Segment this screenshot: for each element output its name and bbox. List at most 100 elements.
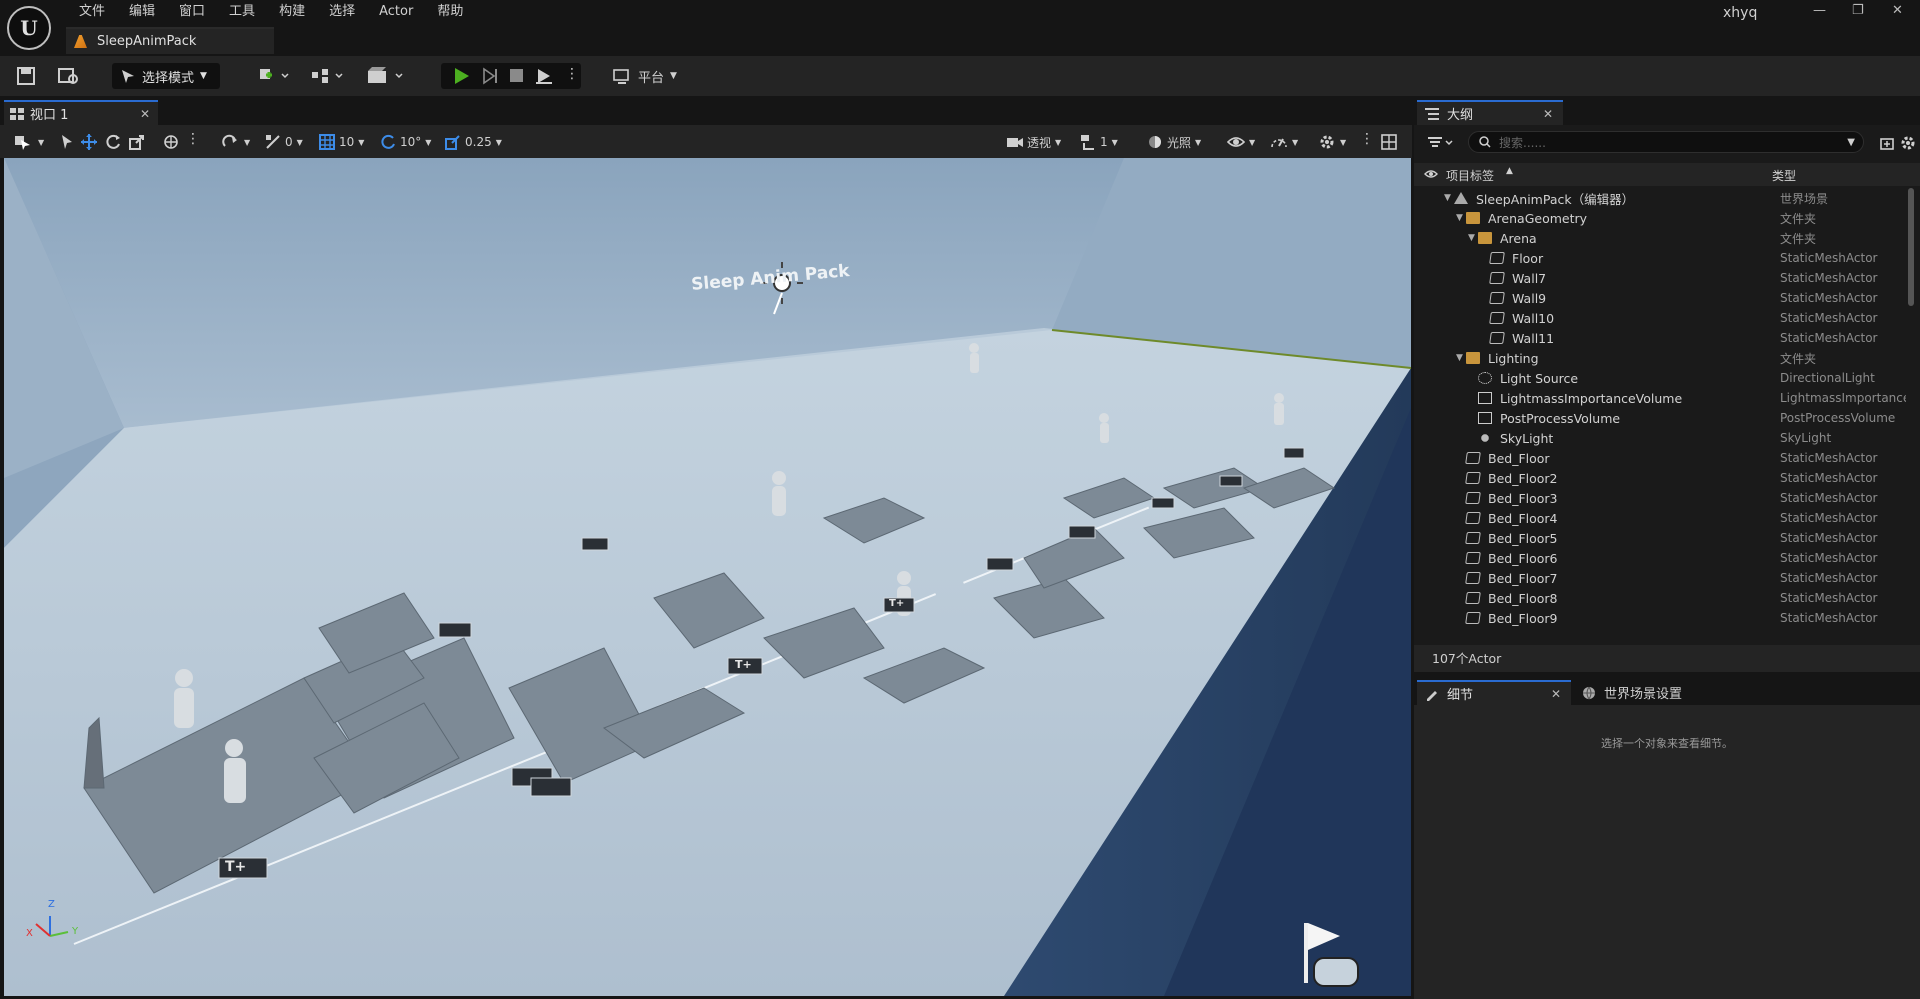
outliner-row[interactable]: Bed_Floor10StaticMeshActor <box>1414 628 1906 630</box>
outliner-row[interactable]: ▼ ArenaGeometry 文件夹 <box>1414 208 1906 228</box>
close-window-button[interactable]: ✕ <box>1892 3 1903 18</box>
menu-file[interactable]: 文件 <box>67 3 117 21</box>
text-render-marker[interactable]: T+ <box>889 598 904 609</box>
stop-icon[interactable] <box>509 68 525 84</box>
minimize-button[interactable]: — <box>1813 3 1826 18</box>
launch-icon[interactable] <box>535 67 555 85</box>
step-icon[interactable] <box>481 67 499 85</box>
outliner-row[interactable]: LightmassImportanceVolume LightmassImport… <box>1414 388 1906 408</box>
close-icon[interactable]: ✕ <box>140 107 150 121</box>
add-folder-icon[interactable] <box>1880 136 1894 150</box>
outliner-row-type: 文件夹 <box>1780 211 1817 226</box>
outliner-row[interactable]: Bed_Floor5 StaticMeshActor <box>1414 528 1906 548</box>
menu-build[interactable]: 构建 <box>267 3 317 21</box>
text-render-marker[interactable]: T+ <box>225 859 246 875</box>
outliner-row[interactable]: Wall7 StaticMeshActor <box>1414 268 1906 288</box>
outliner-row[interactable]: Wall11 StaticMeshActor <box>1414 328 1906 348</box>
column-type[interactable]: 类型 <box>1772 167 1796 184</box>
viewport-tab[interactable]: 视口 1 ✕ <box>4 100 158 125</box>
expand-arrow-icon[interactable]: ▼ <box>1456 213 1466 223</box>
outliner-row[interactable]: Wall9 StaticMeshActor <box>1414 288 1906 308</box>
search-input[interactable]: 搜索...... ▼ <box>1468 131 1864 153</box>
column-item-label[interactable]: 项目标签 <box>1446 167 1494 184</box>
viewport-settings-dropdown[interactable]: ▼ <box>1318 132 1346 152</box>
expand-arrow-icon[interactable]: ▼ <box>1468 233 1478 243</box>
outliner-row[interactable]: ▼ Lighting 文件夹 <box>1414 348 1906 368</box>
filter-icon[interactable] <box>1428 137 1454 149</box>
blueprint-icon[interactable] <box>310 65 346 87</box>
camera-speed-dropdown[interactable]: 1 ▼ <box>1080 132 1118 152</box>
outliner-row[interactable]: Bed_Floor9 StaticMeshActor <box>1414 608 1906 628</box>
content-browser-icon[interactable] <box>58 66 80 86</box>
outliner-row[interactable]: ▼ Arena 文件夹 <box>1414 228 1906 248</box>
expand-arrow-icon[interactable]: ▼ <box>1444 193 1454 203</box>
lighting-label: 光照 <box>1167 135 1192 150</box>
select-tool-icon[interactable] <box>60 134 74 150</box>
transform-more-icon[interactable]: ⋮ <box>186 131 200 147</box>
grid-snap-dropdown[interactable]: 10 ▼ <box>319 132 364 152</box>
outliner-row[interactable]: Bed_Floor4 StaticMeshActor <box>1414 508 1906 528</box>
outliner-row[interactable]: Bed_Floor8 StaticMeshActor <box>1414 588 1906 608</box>
expand-arrow-icon[interactable]: ▼ <box>1456 353 1466 363</box>
performance-dropdown[interactable]: ▼ <box>1270 132 1298 152</box>
platform-dropdown[interactable]: 平台 ▼ <box>612 64 677 88</box>
menu-tools[interactable]: 工具 <box>217 3 267 21</box>
add-actor-icon[interactable] <box>256 65 292 87</box>
rotate-tool-icon[interactable] <box>104 133 122 151</box>
close-icon[interactable]: ✕ <box>1543 107 1553 121</box>
lighting-mode-dropdown[interactable]: 光照 ▼ <box>1147 132 1201 152</box>
move-tool-icon[interactable] <box>80 133 98 151</box>
menu-select[interactable]: 选择 <box>317 3 367 21</box>
unreal-logo-icon[interactable]: U <box>7 6 51 50</box>
outliner-row[interactable]: SkyLight SkyLight <box>1414 428 1906 448</box>
select-mode-dropdown[interactable]: 选择模式 ▼ <box>112 63 220 89</box>
outliner-row[interactable]: PostProcessVolume PostProcessVolume <box>1414 408 1906 428</box>
mesh-icon <box>1465 472 1481 484</box>
visibility-eye-icon[interactable] <box>1424 169 1438 179</box>
world-space-icon[interactable] <box>163 134 179 150</box>
outliner-row[interactable]: Floor StaticMeshActor <box>1414 248 1906 268</box>
scale-snap-dropdown[interactable]: 0.25 ▼ <box>445 132 502 152</box>
light-icon <box>1478 372 1492 384</box>
save-icon[interactable] <box>16 66 36 86</box>
outliner-row[interactable]: Bed_Floor6 StaticMeshActor <box>1414 548 1906 568</box>
outliner-scrollbar[interactable] <box>1908 188 1914 306</box>
restore-button[interactable]: ❐ <box>1852 3 1864 18</box>
layout-icon[interactable] <box>1381 134 1397 150</box>
scale-tool-icon[interactable] <box>128 133 146 151</box>
viewport-more-icon[interactable]: ⋮ <box>1360 131 1374 147</box>
user-name[interactable]: xhyq <box>1723 5 1757 21</box>
play-controls: ⋮ <box>441 63 581 89</box>
outliner-row[interactable]: ▼ SleepAnimPack（编辑器） 世界场景 <box>1414 188 1906 208</box>
perspective-dropdown[interactable]: 透视 ▼ <box>1007 132 1061 152</box>
menu-edit[interactable]: 编辑 <box>117 3 167 21</box>
outliner-row[interactable]: Bed_Floor2 StaticMeshActor <box>1414 468 1906 488</box>
sort-ascending-icon[interactable]: ▲ <box>1506 166 1513 176</box>
outliner-row[interactable]: Wall10 StaticMeshActor <box>1414 308 1906 328</box>
chevron-down-icon[interactable]: ▼ <box>1847 137 1855 148</box>
show-flags-dropdown[interactable]: ▼ <box>1227 132 1255 152</box>
details-tab[interactable]: 细节 ✕ <box>1417 680 1571 705</box>
document-tab[interactable]: SleepAnimPack <box>66 27 274 54</box>
outliner-row[interactable]: Bed_Floor3 StaticMeshActor <box>1414 488 1906 508</box>
menu-actor[interactable]: Actor <box>367 3 425 21</box>
outliner-row[interactable]: Light Source DirectionalLight <box>1414 368 1906 388</box>
cinematics-icon[interactable] <box>366 65 406 87</box>
transform-mode-dropdown[interactable]: ▼ <box>14 132 44 152</box>
outliner-row[interactable]: Bed_Floor StaticMeshActor <box>1414 448 1906 468</box>
more-options-icon[interactable]: ⋮ <box>565 66 579 82</box>
close-icon[interactable]: ✕ <box>1551 687 1561 701</box>
rotation-snap-dropdown[interactable]: 10° ▼ <box>380 132 431 152</box>
outliner-tab[interactable]: 大纲 ✕ <box>1417 100 1563 125</box>
gear-icon[interactable] <box>1900 135 1916 151</box>
move-snap-dropdown[interactable]: 0 ▼ <box>265 132 303 152</box>
outliner-tab-bar: 大纲 ✕ <box>1414 98 1920 125</box>
surface-snap-dropdown[interactable]: ▼ <box>222 132 250 152</box>
text-render-marker[interactable]: T+ <box>735 658 752 671</box>
world-settings-tab[interactable]: 世界场景设置 <box>1582 680 1682 705</box>
outliner-row[interactable]: Bed_Floor7 StaticMeshActor <box>1414 568 1906 588</box>
menu-help[interactable]: 帮助 <box>425 3 475 21</box>
play-icon[interactable] <box>455 68 469 84</box>
level-viewport[interactable]: Sleep Anim Pack T+ T+ T+ Z Y X <box>4 158 1411 996</box>
menu-window[interactable]: 窗口 <box>167 3 217 21</box>
